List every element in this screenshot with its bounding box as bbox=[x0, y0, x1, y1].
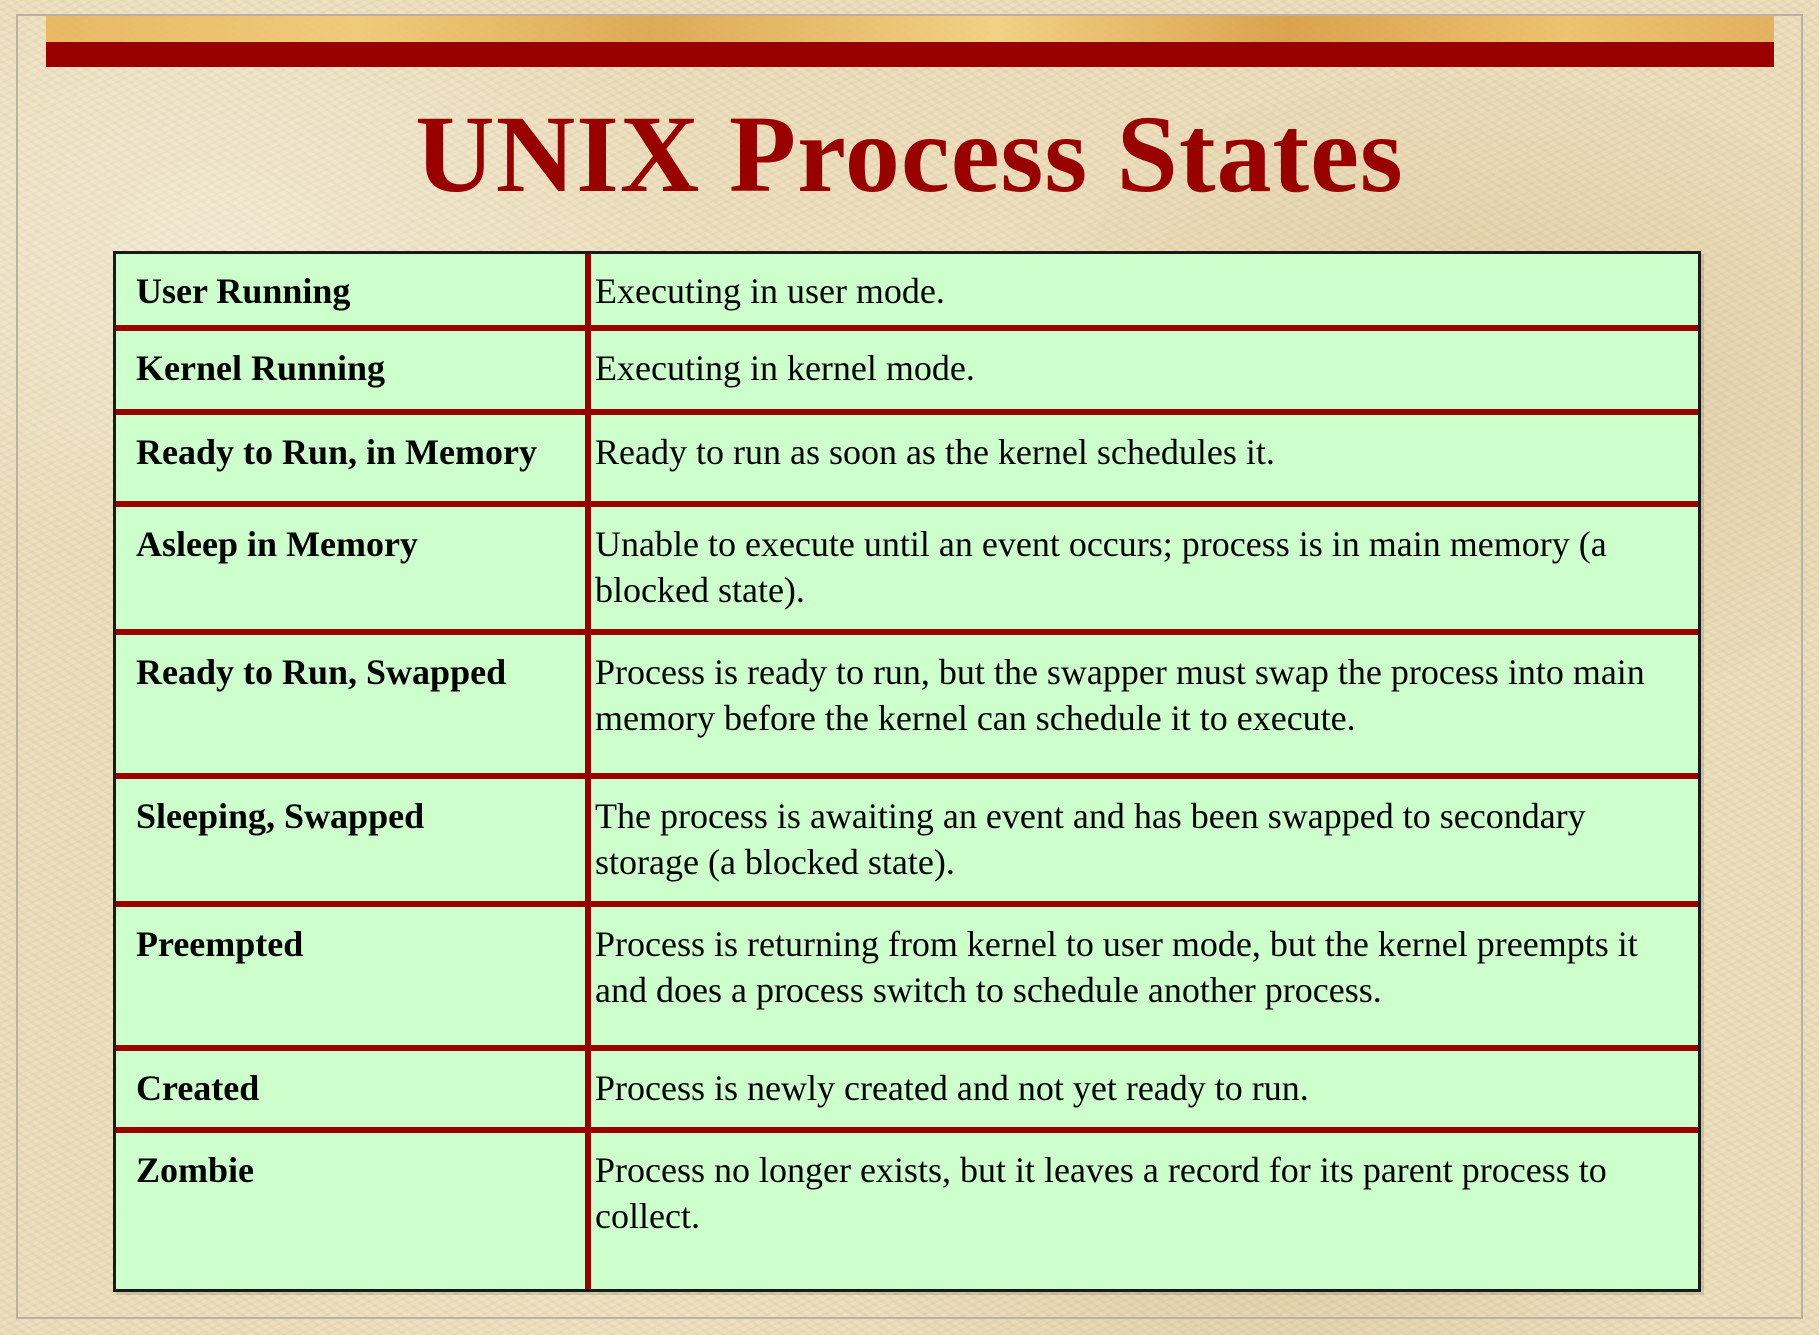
state-description: Process is newly created and not yet rea… bbox=[588, 1045, 1698, 1130]
state-description: The process is awaiting an event and has… bbox=[588, 773, 1698, 904]
table-row: Ready to Run, in Memory Ready to run as … bbox=[116, 409, 1698, 504]
state-description: Ready to run as soon as the kernel sched… bbox=[588, 409, 1698, 504]
state-description: Executing in kernel mode. bbox=[588, 325, 1698, 412]
state-name: Sleeping, Swapped bbox=[116, 773, 591, 904]
state-table: User Running Executing in user mode. Ker… bbox=[116, 254, 1698, 1289]
state-description: Unable to execute until an event occurs;… bbox=[588, 501, 1698, 632]
state-name: Ready to Run, in Memory bbox=[116, 409, 591, 504]
state-name: Kernel Running bbox=[116, 325, 591, 412]
table-row: Preempted Process is returning from kern… bbox=[116, 901, 1698, 1048]
state-name: User Running bbox=[116, 254, 591, 328]
table-row: Sleeping, Swapped The process is awaitin… bbox=[116, 773, 1698, 904]
table-row: Created Process is newly created and not… bbox=[116, 1045, 1698, 1130]
state-name: Ready to Run, Swapped bbox=[116, 629, 591, 776]
state-description: Process no longer exists, but it leaves … bbox=[588, 1127, 1698, 1289]
slide-title: UNIX Process States bbox=[415, 93, 1404, 215]
state-name: Created bbox=[116, 1045, 591, 1130]
state-description: Process is returning from kernel to user… bbox=[588, 901, 1698, 1048]
table-row: Zombie Process no longer exists, but it … bbox=[116, 1127, 1698, 1289]
process-states-table: User Running Executing in user mode. Ker… bbox=[113, 251, 1701, 1292]
state-name: Preempted bbox=[116, 901, 591, 1048]
table-row: User Running Executing in user mode. bbox=[116, 254, 1698, 328]
state-description: Executing in user mode. bbox=[595, 271, 945, 311]
table-row: Kernel Running Executing in kernel mode. bbox=[116, 325, 1698, 412]
state-name: Asleep in Memory bbox=[116, 501, 591, 632]
table-row: Asleep in Memory Unable to execute until… bbox=[116, 501, 1698, 632]
state-name: Zombie bbox=[116, 1127, 591, 1289]
decorative-top-strip bbox=[46, 16, 1774, 42]
state-description: Process is ready to run, but the swapper… bbox=[588, 629, 1698, 776]
decorative-top-bar bbox=[46, 42, 1774, 67]
table-row: Ready to Run, Swapped Process is ready t… bbox=[116, 629, 1698, 776]
